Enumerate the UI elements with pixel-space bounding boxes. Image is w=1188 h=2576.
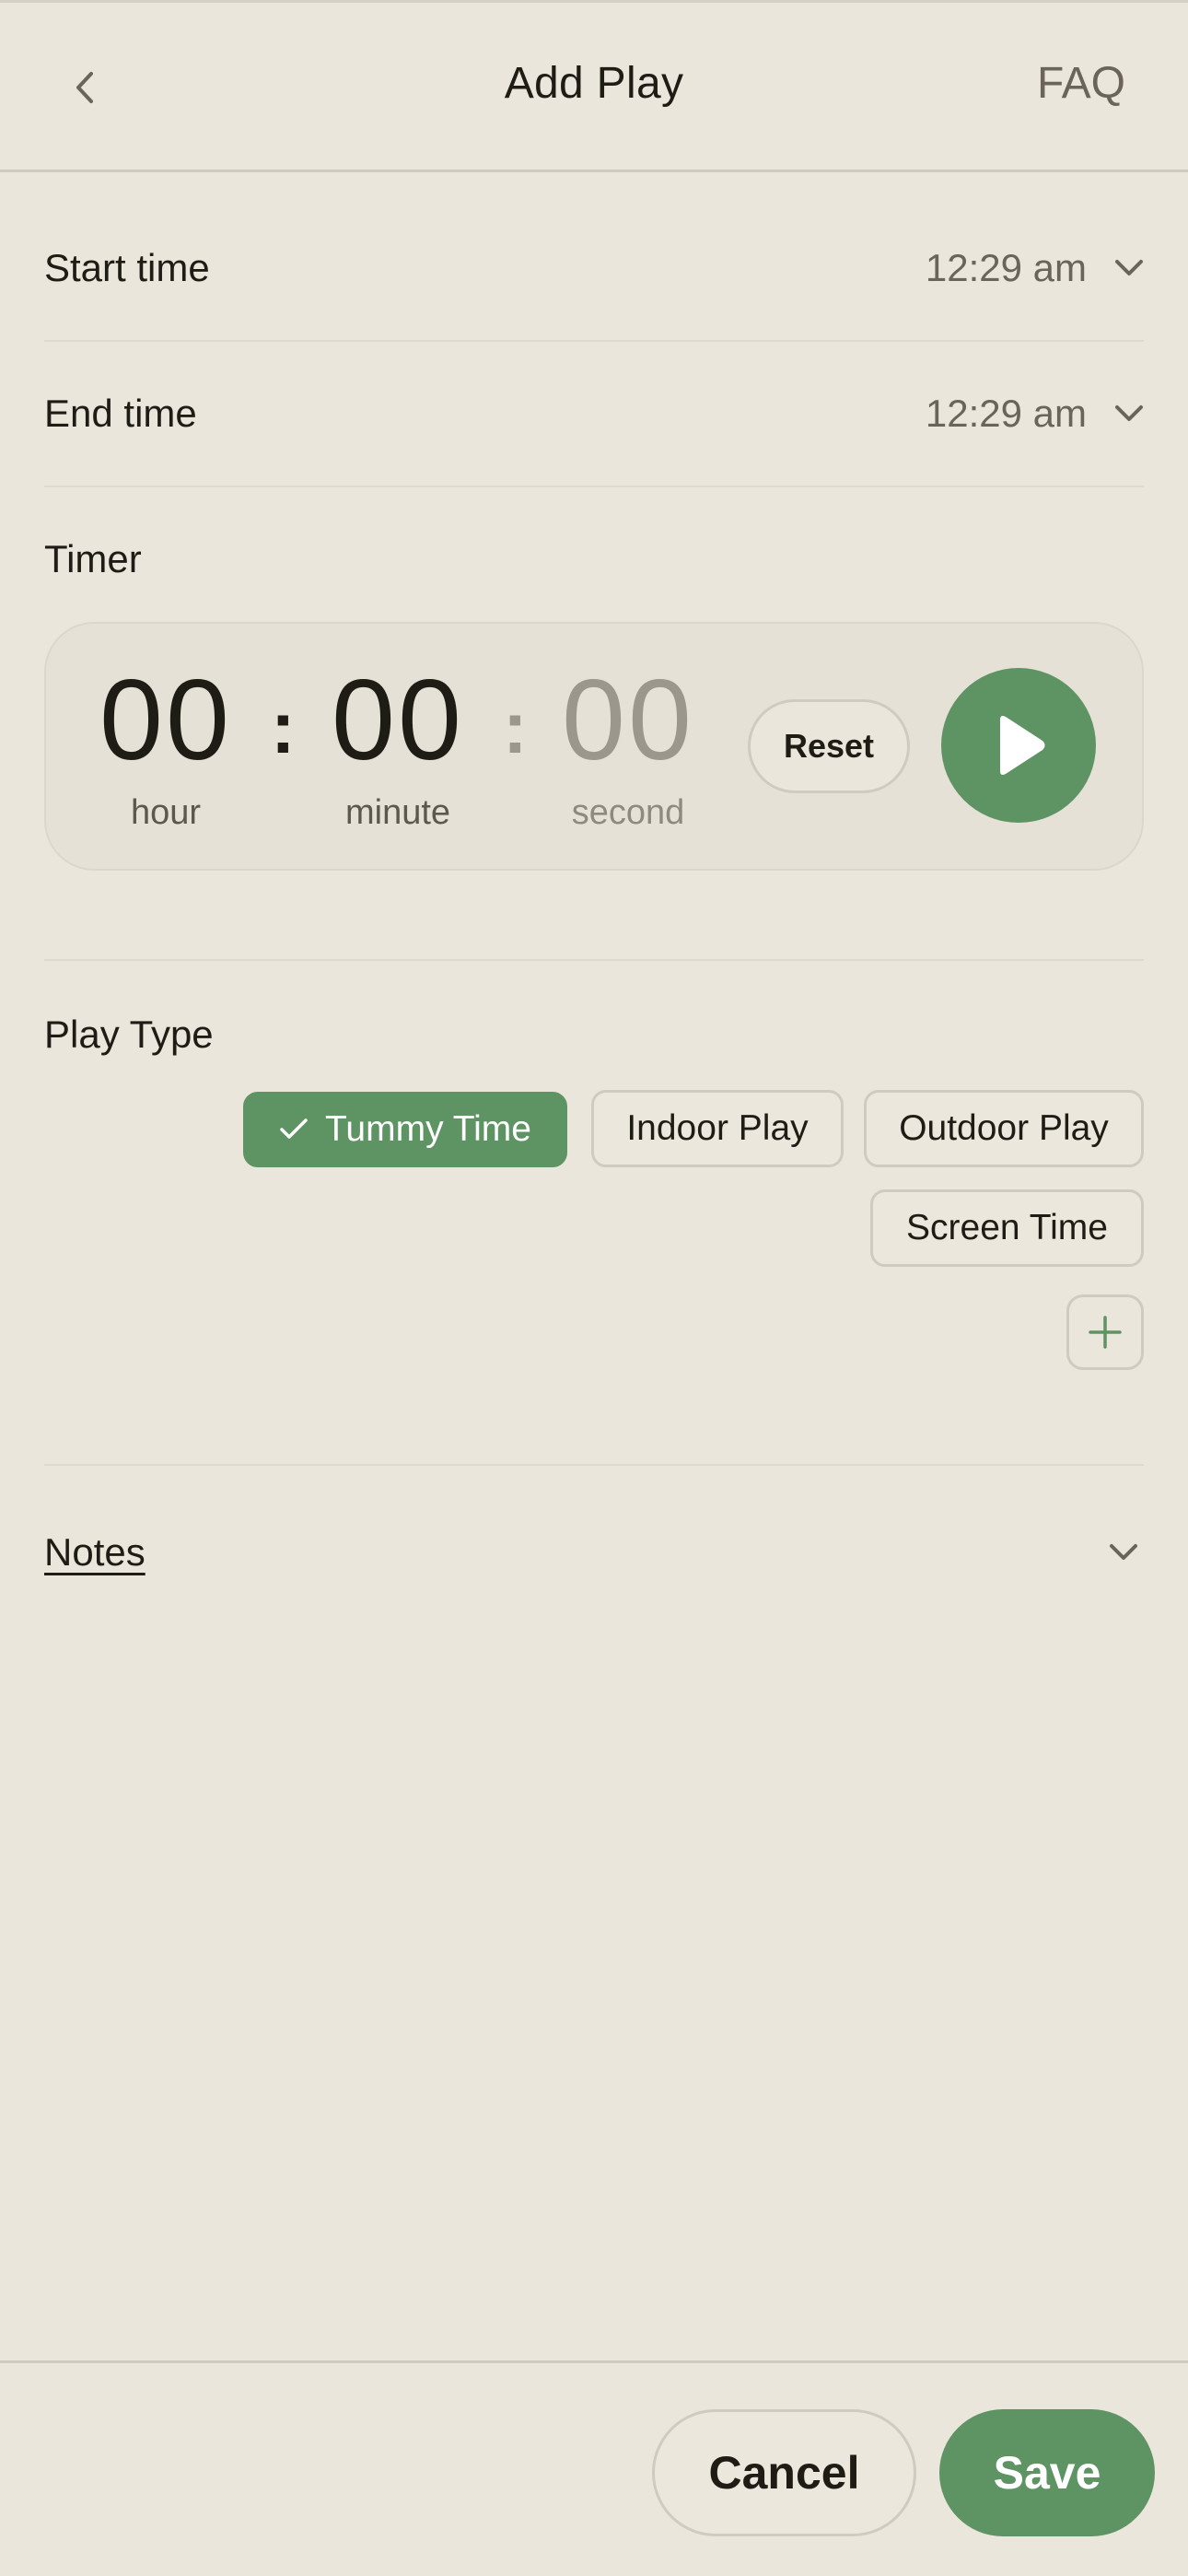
timer-second-caption: second [571, 793, 685, 832]
notes-label: Notes [44, 1530, 146, 1574]
chevron-down-icon [1115, 260, 1143, 275]
end-time-picker[interactable]: 12:29 am [926, 392, 1144, 436]
end-time-value: 12:29 am [925, 392, 1087, 435]
page-title: Add Play [504, 59, 684, 108]
start-time-row[interactable]: Start time 12:29 am [44, 196, 1144, 342]
faq-link[interactable]: FAQ [1037, 58, 1125, 109]
add-play-type-button[interactable] [1066, 1294, 1144, 1370]
play-type-chip-outdoor-play[interactable]: Outdoor Play [864, 1090, 1144, 1167]
chevron-down-icon [1115, 405, 1143, 421]
timer-separator: : [271, 686, 296, 768]
header: Add Play FAQ [0, 3, 1188, 172]
section-divider [44, 1464, 1144, 1466]
timer-second: 00 second [536, 651, 720, 833]
timer-card: 00 hour : 00 minute : 00 second Reset [44, 622, 1144, 871]
reset-button[interactable]: Reset [748, 699, 910, 793]
add-play-screen: Add Play FAQ Start time 12:29 am End tim… [0, 0, 1188, 2576]
chip-label: Tummy Time [325, 1109, 531, 1149]
timer-hour-caption: hour [130, 793, 202, 832]
save-button[interactable]: Save [939, 2409, 1155, 2536]
plus-icon [1089, 1316, 1122, 1349]
chip-label: Indoor Play [626, 1108, 809, 1148]
cancel-button[interactable]: Cancel [652, 2409, 916, 2536]
play-type-chip-indoor-play[interactable]: Indoor Play [591, 1090, 844, 1167]
chip-label: Outdoor Play [899, 1108, 1109, 1148]
play-type-chip-screen-time[interactable]: Screen Time [870, 1189, 1144, 1267]
timer-label: Timer [44, 537, 142, 580]
footer: Cancel Save [0, 2360, 1188, 2576]
notes-row[interactable]: Notes [44, 1519, 1144, 1586]
timer-minute-caption: minute [344, 793, 451, 832]
timer-minute: 00 minute [306, 651, 490, 833]
chip-label: Screen Time [906, 1208, 1108, 1247]
play-type-chip-tummy-time[interactable]: Tummy Time [243, 1092, 567, 1167]
start-time-value: 12:29 am [925, 246, 1087, 289]
timer-separator: : [503, 686, 528, 768]
timer-second-value: 00 [562, 657, 694, 784]
end-time-row[interactable]: End time 12:29 am [44, 342, 1144, 487]
start-time-label: Start time [44, 246, 210, 289]
play-type-label: Play Type [44, 1013, 214, 1056]
timer-hour-value: 00 [99, 657, 232, 784]
timer-hour: 00 hour [74, 651, 258, 833]
play-icon [1000, 716, 1045, 775]
chevron-down-icon [1110, 1544, 1137, 1560]
section-divider [44, 959, 1144, 961]
end-time-label: End time [44, 392, 197, 435]
check-icon [280, 1118, 308, 1139]
timer-minute-value: 00 [332, 657, 464, 784]
play-button[interactable] [941, 668, 1096, 823]
start-time-picker[interactable]: 12:29 am [926, 246, 1144, 290]
